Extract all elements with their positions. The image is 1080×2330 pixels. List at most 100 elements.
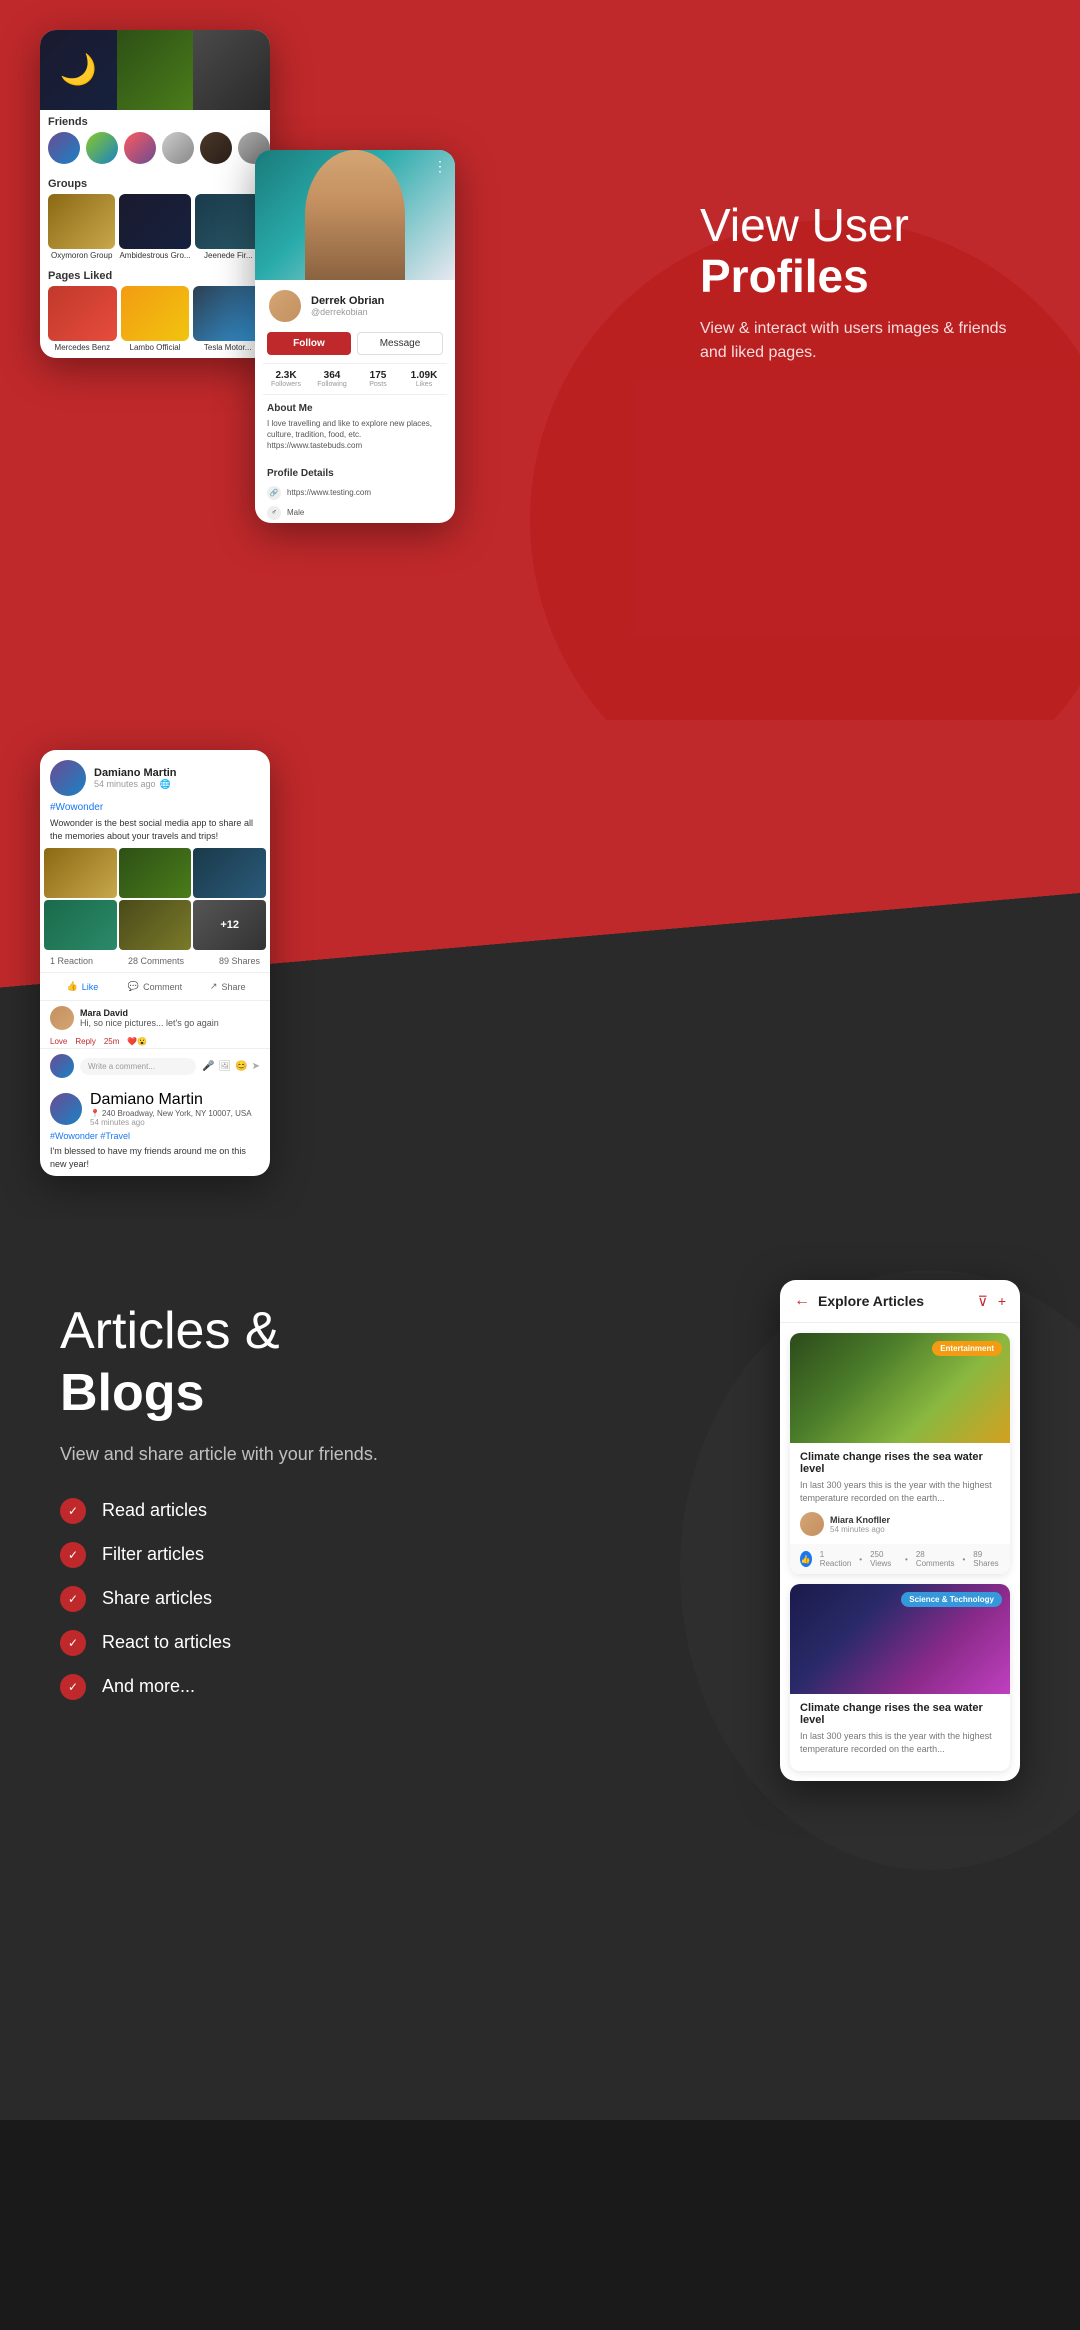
post2-location: 📍 240 Broadway, New York, NY 10007, USA [90, 1109, 252, 1118]
stat-likes: 1.09K Likes [401, 370, 447, 388]
article-headline-1: Climate change rises the sea water level [800, 1451, 1000, 1475]
profile-gender: ♂ Male [255, 503, 455, 523]
group-img-3 [195, 194, 262, 249]
follow-button[interactable]: Follow [267, 332, 351, 355]
article-card-2[interactable]: Science & Technology Climate change rise… [790, 1584, 1010, 1771]
articles-title: Articles & Blogs [60, 1300, 420, 1425]
group-img-1 [48, 194, 115, 249]
stat-following-value: 364 [309, 370, 355, 381]
feature-item-4: ✓ React to articles [60, 1630, 420, 1656]
more-options-icon[interactable]: ⋮ [433, 158, 447, 175]
stat-followers-label: Followers [263, 381, 309, 388]
post2-time: 54 minutes ago [90, 1118, 252, 1127]
like-button[interactable]: 👍 Like [46, 977, 119, 996]
cover-img-1 [40, 30, 117, 110]
articles-description: View and share article with your friends… [60, 1441, 420, 1468]
comment-input[interactable]: Write a comment... [80, 1058, 196, 1075]
author-time-1: 54 minutes ago [830, 1525, 890, 1534]
post-image-3 [193, 848, 266, 898]
check-icon-5: ✓ [60, 1674, 86, 1700]
about-title: About Me [255, 395, 455, 418]
post2-header: Damiano Martin 📍 240 Broadway, New York,… [40, 1083, 270, 1131]
article-body-1: Climate change rises the sea water level… [790, 1443, 1010, 1544]
feature-item-3: ✓ Share articles [60, 1586, 420, 1612]
filter-icon[interactable]: ⊽ [978, 1293, 988, 1310]
group-item-1[interactable]: Oxymoron Group [48, 194, 115, 260]
cover-img-2 [117, 30, 194, 110]
article-author-1: Miara Knofller 54 minutes ago [800, 1512, 1000, 1536]
send-icon[interactable]: ➤ [252, 1061, 260, 1072]
cover-images [40, 30, 270, 110]
post-image-5 [119, 900, 192, 950]
article-excerpt-2: In last 300 years this is the year with … [800, 1730, 1000, 1755]
comment-input-row: Write a comment... 🎤 🖼 😊 ➤ [40, 1048, 270, 1083]
article-badge-1: Entertainment [932, 1341, 1002, 1356]
page-item-2[interactable]: Lambo Official [121, 286, 190, 352]
middle-section: Damiano Martin 54 minutes ago 🌐 #Wowonde… [0, 720, 1080, 1220]
feature-item-2: ✓ Filter articles [60, 1542, 420, 1568]
page-name-3: Tesla Motor... [193, 343, 262, 352]
group-item-2[interactable]: Ambidestrous Gro... [119, 194, 190, 260]
stat-following-label: Following [309, 381, 355, 388]
group-name-1: Oxymoron Group [48, 251, 115, 260]
hero-title: View User Profiles [700, 200, 1020, 301]
profile-name-block: Derrek Obrian @derrekobian [311, 295, 384, 317]
stat-posts: 175 Posts [355, 370, 401, 388]
check-icon-4: ✓ [60, 1630, 86, 1656]
friend-avatar-4 [162, 132, 194, 164]
share-button[interactable]: ↗ Share [191, 977, 264, 996]
back-button[interactable]: ← [794, 1292, 810, 1310]
comment-text: Hi, so nice pictures... let's go again [80, 1018, 219, 1028]
groups-grid: Oxymoron Group Ambidestrous Gro... Jeene… [40, 194, 270, 264]
page-item-1[interactable]: Mercedes Benz [48, 286, 117, 352]
mic-icon: 🎤 [202, 1061, 214, 1072]
phone-feed-mockup: Damiano Martin 54 minutes ago 🌐 #Wowonde… [40, 750, 270, 1176]
message-button[interactable]: Message [357, 332, 443, 355]
post-actions: 👍 Like 💬 Comment ↗ Share [40, 973, 270, 1001]
feature-list: ✓ Read articles ✓ Filter articles ✓ Shar… [60, 1498, 420, 1700]
commenter-avatar [50, 1006, 74, 1030]
phone-right-mockup: ⋮ Derrek Obrian @derrekobian Follow Mess… [255, 150, 455, 523]
article-badge-2: Science & Technology [901, 1592, 1002, 1607]
feature-item-5: ✓ And more... [60, 1674, 420, 1700]
page-img-3 [193, 286, 262, 341]
stat-likes-value: 1.09K [401, 370, 447, 381]
location-pin-icon: 📍 [90, 1109, 100, 1118]
love-button[interactable]: Love [50, 1037, 67, 1046]
comment-row: Mara David Hi, so nice pictures... let's… [40, 1001, 270, 1035]
reaction-icon-1: 👍 [800, 1551, 812, 1567]
add-article-icon[interactable]: + [998, 1293, 1006, 1310]
post-hashtag: #Wowonder [40, 802, 270, 817]
comment-actions: Love Reply 25m ❤️😮 [40, 1035, 270, 1048]
group-name-2: Ambidestrous Gro... [119, 251, 190, 260]
stat-following: 364 Following [309, 370, 355, 388]
post-time: 54 minutes ago 🌐 [94, 779, 177, 790]
post-stats: 1 Reaction 28 Comments 89 Shares [40, 950, 270, 973]
check-icon-1: ✓ [60, 1498, 86, 1524]
friend-avatar-5 [200, 132, 232, 164]
post2-meta: Damiano Martin 📍 240 Broadway, New York,… [90, 1091, 252, 1127]
article-card-1[interactable]: Entertainment Climate change rises the s… [790, 1333, 1010, 1574]
post-images-grid [40, 848, 270, 950]
article-image-2: Science & Technology [790, 1584, 1010, 1694]
post-image-1 [44, 848, 117, 898]
reply-button[interactable]: Reply [75, 1037, 95, 1046]
articles-header: ← Explore Articles ⊽ + [780, 1280, 1020, 1323]
article-shares-1: 89 Shares [973, 1550, 1000, 1568]
page-item-3[interactable]: Tesla Motor... [193, 286, 262, 352]
group-item-3[interactable]: Jeenede Fir... [195, 194, 262, 260]
reactions-count: 1 Reaction [50, 956, 93, 966]
feature-label-1: Read articles [102, 1500, 207, 1521]
share-icon: ↗ [210, 981, 218, 992]
article-footer-1: 👍 1 Reaction • 250 Views • 28 Comments •… [790, 1544, 1010, 1574]
shares-count: 89 Shares [219, 956, 260, 966]
article-comments-1: 28 Comments [916, 1550, 955, 1568]
feature-label-3: Share articles [102, 1588, 212, 1609]
articles-header-icons: ⊽ + [978, 1293, 1006, 1310]
profile-stats: 2.3K Followers 364 Following 175 Posts 1… [263, 363, 447, 395]
comment-button[interactable]: 💬 Comment [119, 977, 192, 996]
page-name-2: Lambo Official [121, 343, 190, 352]
profile-avatar [267, 288, 303, 324]
post-text: Wowonder is the best social media app to… [40, 817, 270, 848]
author-info-1: Miara Knofller 54 minutes ago [830, 1515, 890, 1534]
